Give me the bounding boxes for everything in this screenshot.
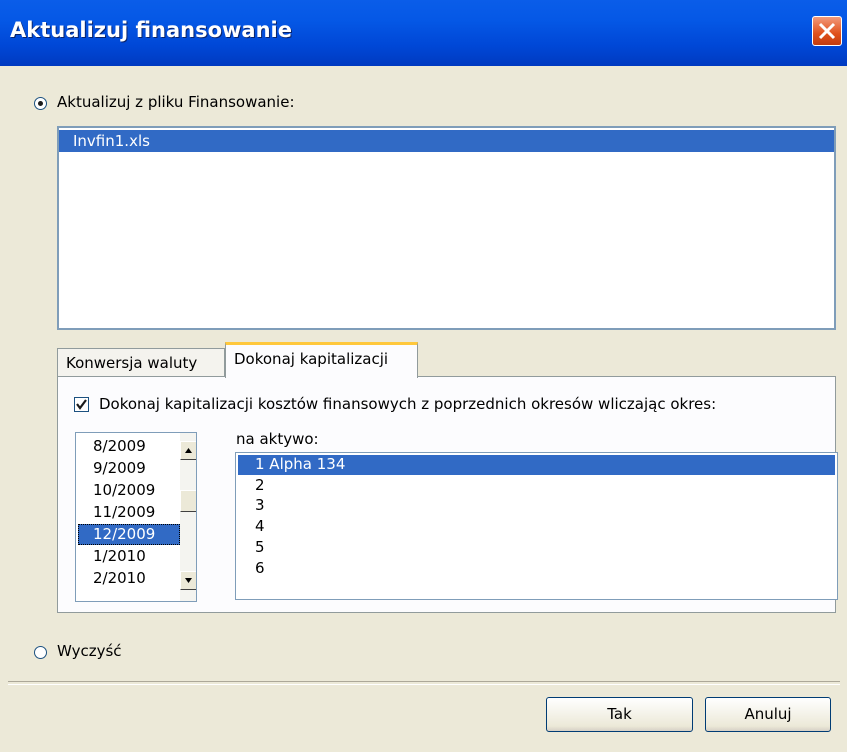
capitalize-tab-panel: Dokonaj kapitalizacji kosztów finansowyc… xyxy=(57,376,838,613)
file-list[interactable]: Invfin1.xls xyxy=(57,126,836,330)
update-from-file-label: Aktualizuj z pliku Finansowanie: xyxy=(57,93,295,111)
asset-item[interactable]: 4 xyxy=(238,517,835,537)
asset-item-label: 4 xyxy=(255,517,265,535)
asset-item-label: 3 xyxy=(255,496,265,514)
period-label: 9/2009 xyxy=(93,459,146,477)
period-item[interactable]: 9/2009 xyxy=(78,458,180,479)
period-item-selected[interactable]: 12/2009 xyxy=(78,524,180,545)
arrow-down-icon xyxy=(185,578,192,583)
tab-label: Konwersja waluty xyxy=(66,354,198,372)
asset-item-selected[interactable]: 1 Alpha 134 xyxy=(238,455,835,475)
tab-label: Dokonaj kapitalizacji xyxy=(234,350,389,368)
asset-item-label: 1 Alpha 134 xyxy=(255,455,346,473)
close-button[interactable] xyxy=(812,16,842,46)
window-title: Aktualizuj finansowanie xyxy=(10,18,292,42)
file-list-item-label: Invfin1.xls xyxy=(73,132,150,150)
tab-currency-conversion[interactable]: Konwersja waluty xyxy=(57,348,225,376)
asset-item[interactable]: 3 xyxy=(238,496,835,516)
period-item[interactable]: 1/2010 xyxy=(78,546,180,567)
separator xyxy=(8,681,840,685)
scroll-down-button[interactable] xyxy=(180,571,196,590)
period-item[interactable]: 8/2009 xyxy=(78,436,180,457)
radio-selected-dot xyxy=(38,101,43,106)
capitalize-checkbox[interactable] xyxy=(74,397,89,412)
asset-item-label: 6 xyxy=(255,559,265,577)
update-from-file-radio[interactable] xyxy=(34,97,47,110)
ok-button[interactable]: Tak xyxy=(546,697,693,732)
period-item[interactable]: 10/2009 xyxy=(78,480,180,501)
title-bar[interactable]: Aktualizuj finansowanie xyxy=(0,0,847,66)
close-icon xyxy=(818,22,836,40)
scroll-thumb[interactable] xyxy=(180,490,196,512)
arrow-up-icon xyxy=(185,448,192,453)
period-label: 1/2010 xyxy=(93,547,146,565)
tab-capitalize[interactable]: Dokonaj kapitalizacji xyxy=(225,342,418,378)
period-item[interactable]: 11/2009 xyxy=(78,502,180,523)
clear-radio[interactable] xyxy=(34,646,47,659)
asset-item[interactable]: 6 xyxy=(238,559,835,579)
asset-item[interactable]: 2 xyxy=(238,476,835,496)
period-item[interactable]: 2/2010 xyxy=(78,568,180,589)
cancel-button[interactable]: Anuluj xyxy=(705,697,831,732)
period-label: 10/2009 xyxy=(93,481,156,499)
asset-item-label: 2 xyxy=(255,476,265,494)
capitalize-checkbox-label: Dokonaj kapitalizacji kosztów finansowyc… xyxy=(99,395,717,413)
asset-item[interactable]: 5 xyxy=(238,538,835,558)
period-scrollbar[interactable] xyxy=(180,433,196,601)
period-listbox[interactable]: 8/2009 9/2009 10/2009 11/2009 12/2009 1/… xyxy=(75,432,197,602)
scroll-up-button[interactable] xyxy=(180,441,196,460)
asset-listbox[interactable]: 1 Alpha 134 2 3 4 5 6 xyxy=(235,452,838,600)
period-label: 8/2009 xyxy=(93,437,146,455)
asset-label: na aktywo: xyxy=(236,430,319,448)
asset-item-label: 5 xyxy=(255,538,265,556)
checkmark-icon xyxy=(76,399,87,410)
period-label: 11/2009 xyxy=(93,503,156,521)
period-label: 12/2009 xyxy=(93,525,156,543)
clear-label: Wyczyść xyxy=(57,642,122,660)
file-list-item[interactable]: Invfin1.xls xyxy=(59,130,834,152)
period-label: 2/2010 xyxy=(93,569,146,587)
